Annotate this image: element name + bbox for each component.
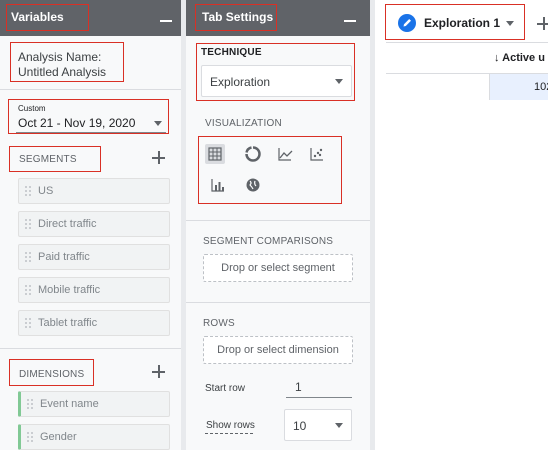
segment-chip[interactable]: Mobile traffic [18, 277, 170, 303]
technique-label: TECHNIQUE [201, 47, 262, 58]
visualization-label: VISUALIZATION [205, 118, 282, 129]
analysis-name-input[interactable]: Untitled Analysis [18, 65, 106, 80]
tab-settings-header: Tab Settings [186, 0, 370, 36]
segment-chip-label: Direct traffic [38, 218, 97, 230]
divider [186, 220, 370, 221]
show-rows-value: 10 [293, 419, 307, 433]
bar-chart-icon[interactable] [208, 175, 228, 195]
dimension-chip-label: Event name [40, 398, 99, 410]
date-range-value: Oct 21 - Nov 19, 2020 [18, 116, 136, 130]
chevron-down-icon [335, 79, 343, 84]
table-cell: 102 [490, 74, 548, 100]
start-row-label: Start row [205, 383, 246, 394]
add-dimension-icon[interactable] [152, 365, 166, 379]
dimensions-label: DIMENSIONS [19, 369, 85, 380]
tab-exploration-1[interactable]: Exploration 1 [390, 8, 522, 38]
divider [0, 348, 181, 349]
table-header-row: ↓ Active u [386, 42, 548, 74]
geo-map-icon[interactable] [243, 175, 263, 195]
divider [0, 89, 181, 90]
segment-chip[interactable]: US [18, 178, 170, 204]
segment-chip-label: Mobile traffic [38, 284, 101, 296]
technique-select-value: Exploration [210, 75, 271, 89]
date-underline [16, 132, 166, 133]
segment-chip[interactable]: Paid traffic [18, 244, 170, 270]
segment-chip[interactable]: Direct traffic [18, 211, 170, 237]
segments-label: SEGMENTS [19, 154, 77, 165]
segment-chip-label: Paid traffic [38, 251, 90, 263]
drag-handle-icon[interactable] [27, 432, 34, 444]
show-rows-underline [205, 433, 253, 434]
variables-title: Variables [11, 10, 64, 24]
line-chart-icon[interactable] [275, 144, 295, 164]
chevron-down-icon[interactable] [506, 21, 514, 26]
show-rows-label: Show rows [206, 420, 255, 431]
segment-chip[interactable]: Tablet traffic [18, 310, 170, 336]
drag-handle-icon[interactable] [25, 318, 32, 330]
dimension-chip-label: Gender [40, 431, 77, 443]
start-row-input[interactable]: 1 [295, 380, 302, 394]
divider [186, 302, 370, 303]
chevron-down-icon [154, 121, 162, 126]
date-range-type: Custom [18, 104, 46, 113]
drag-handle-icon[interactable] [27, 399, 34, 411]
segment-comparisons-label: SEGMENT COMPARISONS [203, 236, 334, 247]
variables-header: Variables [0, 0, 181, 36]
tab-label: Exploration 1 [424, 16, 501, 30]
drag-handle-icon[interactable] [25, 285, 32, 297]
chevron-down-icon [335, 423, 343, 428]
minimize-tab-settings-icon[interactable] [344, 11, 358, 25]
segment-chip-label: US [38, 185, 54, 197]
rows-drop-zone[interactable]: Drop or select dimension [203, 336, 353, 364]
donut-chart-icon[interactable] [243, 144, 263, 164]
show-rows-select[interactable]: 10 [284, 409, 352, 441]
drag-handle-icon[interactable] [25, 252, 32, 264]
rows-label: ROWS [203, 318, 235, 329]
analysis-name-label: Analysis Name: [18, 50, 102, 64]
technique-select[interactable]: Exploration [201, 65, 352, 97]
table-row-label-cell [386, 74, 490, 100]
add-tab-icon[interactable] [537, 17, 548, 31]
tab-settings-title: Tab Settings [202, 10, 274, 24]
active-users-column-header[interactable]: ↓ Active u [494, 52, 545, 64]
scatter-plot-icon[interactable] [307, 144, 327, 164]
start-row-underline [286, 397, 352, 398]
dimension-chip[interactable]: Event name [18, 391, 170, 417]
drag-handle-icon[interactable] [25, 219, 32, 231]
active-users-total: 102 [534, 81, 548, 93]
drag-handle-icon[interactable] [25, 186, 32, 198]
table-icon[interactable] [205, 144, 225, 164]
exploration-editor: Variables Analysis Name: Untitled Analys… [0, 0, 548, 450]
segment-chip-label: Tablet traffic [38, 317, 98, 329]
pencil-icon[interactable] [398, 14, 416, 32]
minimize-variables-icon[interactable] [160, 11, 174, 25]
segment-drop-zone[interactable]: Drop or select segment [203, 254, 353, 282]
add-segment-icon[interactable] [152, 151, 166, 165]
dimension-chip[interactable]: Gender [18, 424, 170, 450]
